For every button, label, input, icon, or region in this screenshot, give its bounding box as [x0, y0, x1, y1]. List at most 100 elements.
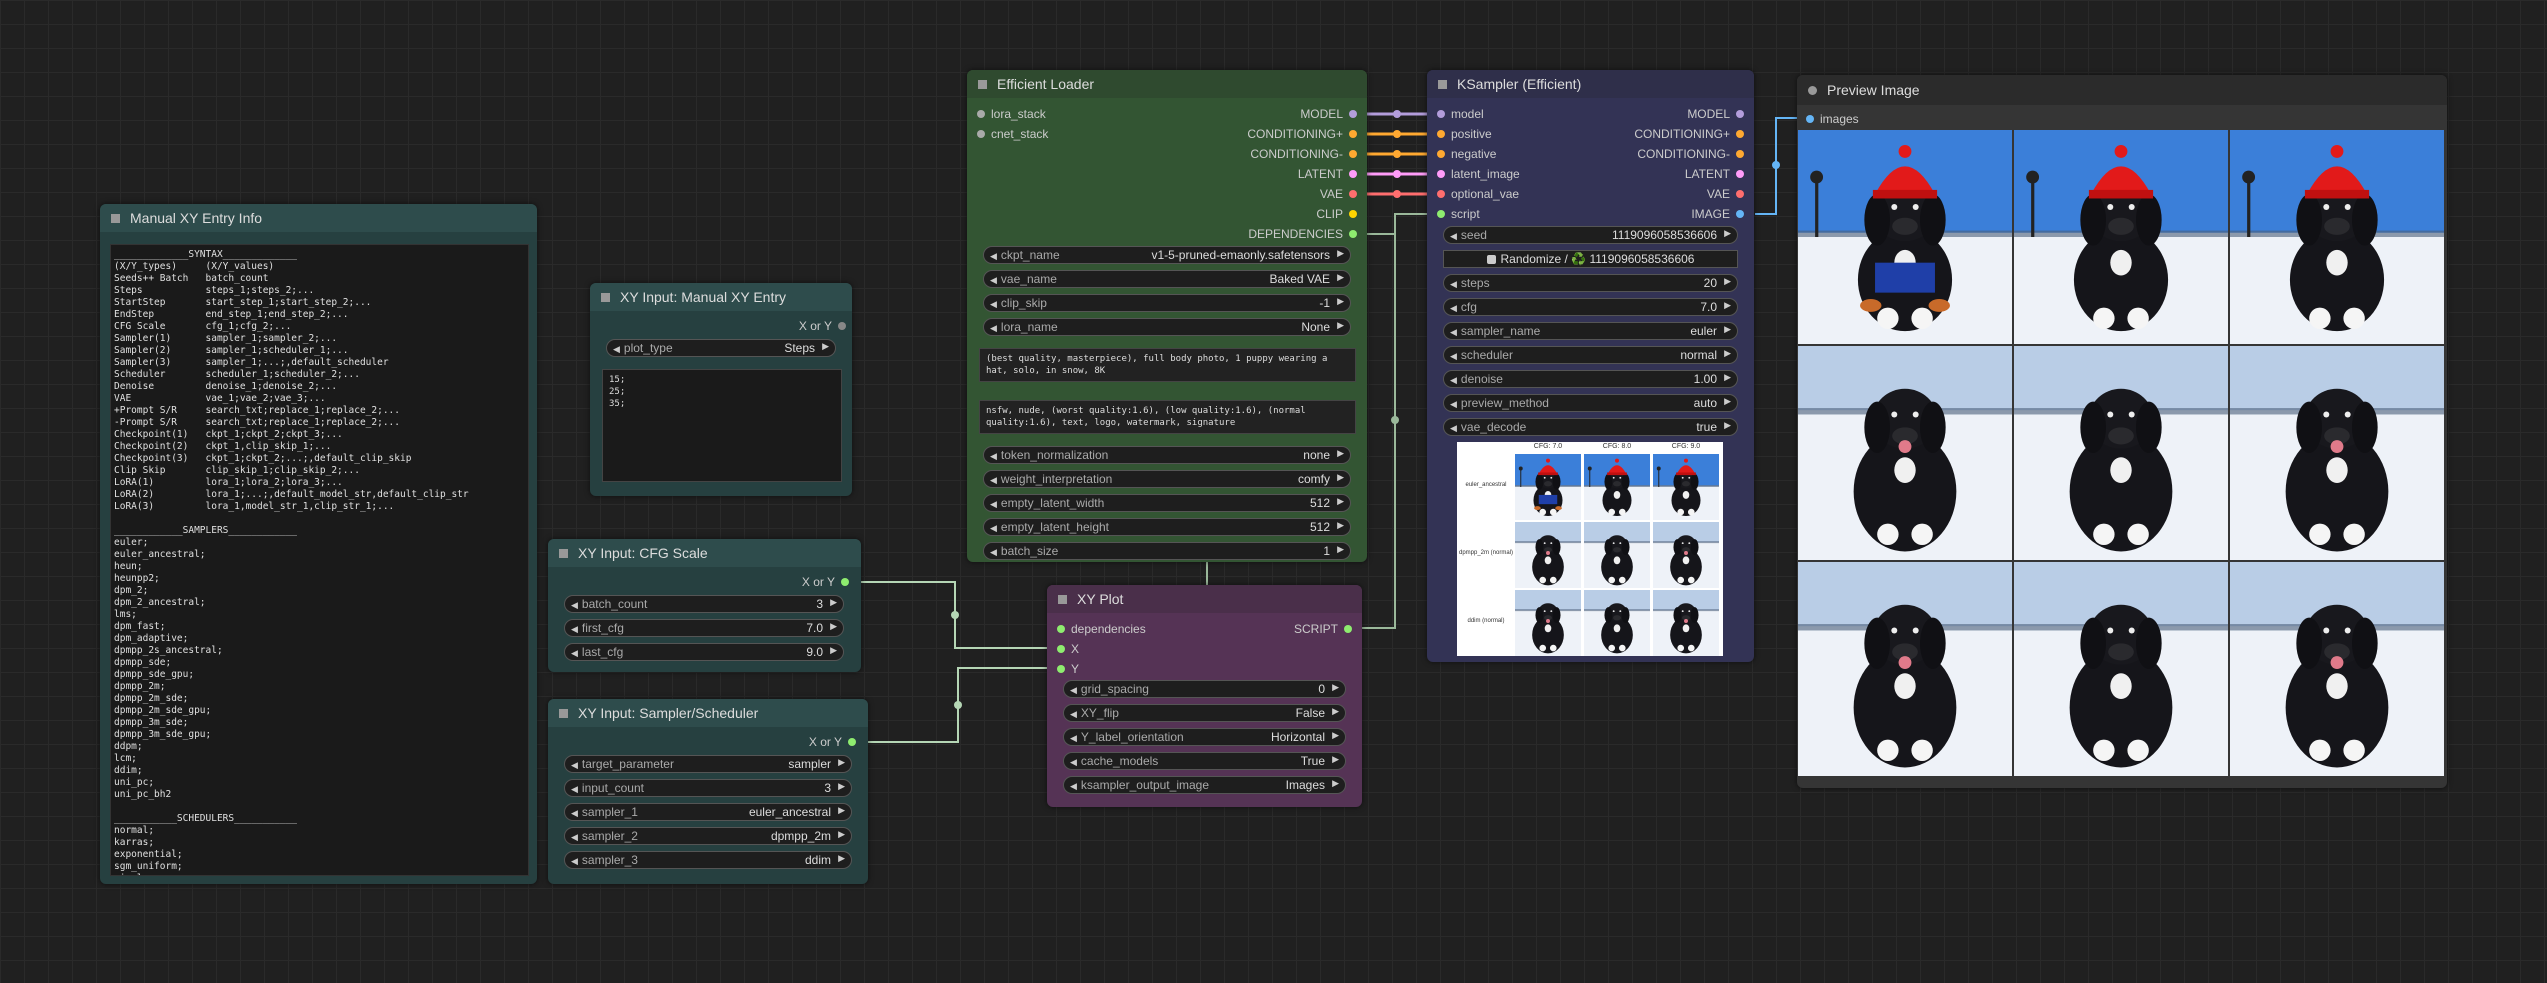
xy-input-cfg-node[interactable]: XY Input: CFG Scale X or Y batch_count3▶…: [548, 539, 861, 672]
arrow-right-icon[interactable]: ▶: [1337, 296, 1344, 307]
arrow-right-icon[interactable]: ▶: [1724, 228, 1731, 239]
arrow-right-icon[interactable]: ▶: [838, 781, 845, 792]
collapse-icon[interactable]: [111, 214, 120, 223]
arrow-right-icon[interactable]: ▶: [1332, 682, 1339, 693]
input-lora-stack[interactable]: lora_stack: [977, 107, 1046, 121]
input-pin[interactable]: [977, 130, 985, 138]
arrow-right-icon[interactable]: ▶: [1724, 324, 1731, 335]
output-latent[interactable]: LATENT: [1298, 167, 1357, 181]
output-pin[interactable]: [1349, 210, 1357, 218]
collapse-icon[interactable]: [559, 709, 568, 718]
weight-interpretation-widget[interactable]: weight_interpretationcomfy▶: [983, 470, 1351, 488]
arrow-right-icon[interactable]: ▶: [1332, 706, 1339, 717]
output-pin[interactable]: [1349, 170, 1357, 178]
input-count-widget[interactable]: input_count3▶: [564, 779, 852, 797]
arrow-right-icon[interactable]: ▶: [1332, 778, 1339, 789]
output-conditioning[interactable]: CONDITIONING+: [1247, 127, 1357, 141]
input-cnet-stack[interactable]: cnet_stack: [977, 127, 1048, 141]
xy-input-manual-node[interactable]: XY Input: Manual XY Entry X or Y plot_ty…: [590, 283, 852, 496]
output-pin[interactable]: [1344, 625, 1352, 633]
last-cfg-widget[interactable]: last_cfg9.0▶: [564, 643, 844, 661]
positive-prompt-textarea[interactable]: (best quality, masterpiece), full body p…: [979, 348, 1356, 382]
arrow-right-icon[interactable]: ▶: [1337, 496, 1344, 507]
arrow-right-icon[interactable]: ▶: [838, 805, 845, 816]
output-conditioning[interactable]: CONDITIONING-: [1637, 147, 1744, 161]
batch-count-widget[interactable]: batch_count3▶: [564, 595, 844, 613]
output-conditioning[interactable]: CONDITIONING+: [1634, 127, 1744, 141]
input-pin[interactable]: [1437, 150, 1445, 158]
arrow-right-icon[interactable]: ▶: [1337, 544, 1344, 555]
output-clip[interactable]: CLIP: [1316, 207, 1357, 221]
output-image[interactable]: IMAGE: [1691, 207, 1744, 221]
xy-plot-node[interactable]: XY Plot dependencies XY SCRIPT grid_spacin…: [1047, 585, 1362, 807]
output-pin[interactable]: [1736, 110, 1744, 118]
node-title[interactable]: XY Input: Manual XY Entry: [590, 283, 852, 311]
output-model[interactable]: MODEL: [1687, 107, 1744, 121]
arrow-right-icon[interactable]: ▶: [838, 757, 845, 768]
arrow-right-icon[interactable]: ▶: [1724, 420, 1731, 431]
output-x-or-y[interactable]: X or Y: [809, 735, 856, 749]
output-pin[interactable]: [1349, 190, 1357, 198]
xy-flip-widget[interactable]: XY_flipFalse▶: [1063, 704, 1346, 722]
input-pin[interactable]: [1057, 665, 1065, 673]
empty-latent-width-widget[interactable]: empty_latent_width512▶: [983, 494, 1351, 512]
arrow-right-icon[interactable]: ▶: [1337, 320, 1344, 331]
input-script[interactable]: script: [1437, 207, 1480, 221]
input-pin[interactable]: [1437, 210, 1445, 218]
arrow-right-icon[interactable]: ▶: [830, 597, 837, 608]
arrow-right-icon[interactable]: ▶: [1332, 730, 1339, 741]
sampler-name-widget[interactable]: sampler_nameeuler▶: [1443, 322, 1738, 340]
randomize-button[interactable]: Randomize / ♻️ 1119096058536606: [1443, 250, 1738, 268]
manual-xy-entry-info-node[interactable]: Manual XY Entry Info _____________SYNTAX…: [100, 204, 537, 884]
y-label-orientation-widget[interactable]: Y_label_orientationHorizontal▶: [1063, 728, 1346, 746]
output-pin[interactable]: [838, 322, 846, 330]
arrow-right-icon[interactable]: ▶: [830, 621, 837, 632]
collapse-icon[interactable]: [559, 549, 568, 558]
input-model[interactable]: model: [1437, 107, 1484, 121]
output-pin[interactable]: [1349, 150, 1357, 158]
arrow-right-icon[interactable]: ▶: [1724, 300, 1731, 311]
input-images[interactable]: images: [1806, 112, 1859, 126]
seed-widget[interactable]: seed1119096058536606▶: [1443, 226, 1738, 244]
node-title[interactable]: XY Input: CFG Scale: [548, 539, 861, 567]
sampler-2-widget[interactable]: sampler_2dpmpp_2m▶: [564, 827, 852, 845]
empty-latent-height-widget[interactable]: empty_latent_height512▶: [983, 518, 1351, 536]
collapse-icon[interactable]: [1808, 86, 1817, 95]
arrow-right-icon[interactable]: ▶: [1337, 520, 1344, 531]
plot-type-widget[interactable]: plot_typeSteps▶: [606, 339, 836, 357]
output-vae[interactable]: VAE: [1707, 187, 1744, 201]
input-optional-vae[interactable]: optional_vae: [1437, 187, 1519, 201]
arrow-right-icon[interactable]: ▶: [1724, 276, 1731, 287]
arrow-right-icon[interactable]: ▶: [1332, 754, 1339, 765]
ckpt-name-widget[interactable]: ckpt_namev1-5-pruned-emaonly.safetensors…: [983, 246, 1351, 264]
first-cfg-widget[interactable]: first_cfg7.0▶: [564, 619, 844, 637]
output-pin[interactable]: [1736, 170, 1744, 178]
token-normalization-widget[interactable]: token_normalizationnone▶: [983, 446, 1351, 464]
output-dependencies[interactable]: DEPENDENCIES: [1248, 227, 1357, 241]
cfg-widget[interactable]: cfg7.0▶: [1443, 298, 1738, 316]
node-title[interactable]: KSampler (Efficient): [1427, 70, 1754, 98]
cache-models-widget[interactable]: cache_modelsTrue▶: [1063, 752, 1346, 770]
vae-decode-widget[interactable]: vae_decodetrue▶: [1443, 418, 1738, 436]
scheduler-widget[interactable]: schedulernormal▶: [1443, 346, 1738, 364]
input-pin[interactable]: [1806, 115, 1814, 123]
input-y[interactable]: Y: [1057, 662, 1079, 676]
input-negative[interactable]: negative: [1437, 147, 1496, 161]
arrow-right-icon[interactable]: ▶: [1337, 472, 1344, 483]
arrow-right-icon[interactable]: ▶: [1724, 372, 1731, 383]
collapse-icon[interactable]: [1058, 595, 1067, 604]
input-pin[interactable]: [1437, 110, 1445, 118]
input-pin[interactable]: [977, 110, 985, 118]
batch-size-widget[interactable]: batch_size1▶: [983, 542, 1351, 560]
arrow-right-icon[interactable]: ▶: [838, 853, 845, 864]
ksampler-node[interactable]: KSampler (Efficient) model positive negati…: [1427, 70, 1754, 662]
input-latent-image[interactable]: latent_image: [1437, 167, 1520, 181]
output-conditioning[interactable]: CONDITIONING-: [1250, 147, 1357, 161]
input-pin[interactable]: [1437, 190, 1445, 198]
arrow-right-icon[interactable]: ▶: [1337, 272, 1344, 283]
output-vae[interactable]: VAE: [1320, 187, 1357, 201]
node-title[interactable]: XY Plot: [1047, 585, 1362, 613]
arrow-right-icon[interactable]: ▶: [1724, 396, 1731, 407]
preview-image-node[interactable]: Preview Image images: [1797, 75, 2447, 788]
arrow-right-icon[interactable]: ▶: [1337, 448, 1344, 459]
